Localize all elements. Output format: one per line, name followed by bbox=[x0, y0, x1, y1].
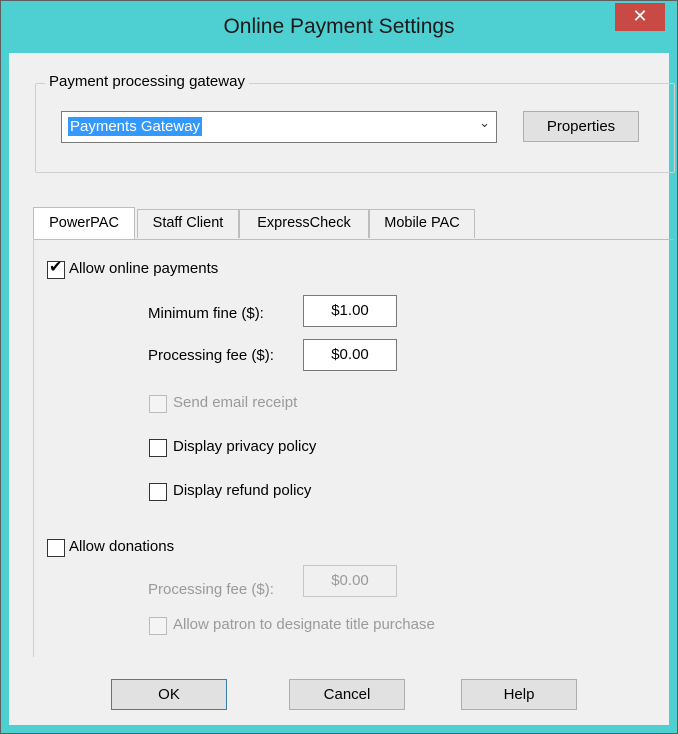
send-email-receipt-checkbox[interactable] bbox=[149, 395, 167, 413]
allow-donations-checkbox[interactable] bbox=[47, 539, 65, 557]
processing-fee-input[interactable]: $0.00 bbox=[303, 339, 397, 371]
cancel-button[interactable]: Cancel bbox=[289, 679, 405, 710]
designate-title-purchase-checkbox[interactable] bbox=[149, 617, 167, 635]
title-bar[interactable]: Online Payment Settings ✕ bbox=[1, 1, 677, 53]
tab-staff-client[interactable]: Staff Client bbox=[137, 209, 239, 238]
allow-online-payments-checkbox[interactable]: ✔ bbox=[47, 259, 65, 279]
help-button[interactable]: Help bbox=[461, 679, 577, 710]
send-email-receipt-label: Send email receipt bbox=[173, 394, 298, 411]
dialog-body: Payment processing gateway Payments Gate… bbox=[9, 53, 675, 725]
display-privacy-policy-checkbox[interactable] bbox=[149, 439, 167, 457]
close-icon: ✕ bbox=[632, 6, 648, 26]
tab-mobile-pac[interactable]: Mobile PAC bbox=[369, 209, 475, 238]
display-refund-policy-label: Display refund policy bbox=[173, 482, 312, 499]
display-refund-policy-checkbox[interactable] bbox=[149, 483, 167, 501]
properties-button[interactable]: Properties bbox=[523, 111, 639, 142]
check-icon: ✔ bbox=[49, 259, 63, 276]
display-privacy-policy-label: Display privacy policy bbox=[173, 438, 317, 455]
donation-processing-fee-input[interactable]: $0.00 bbox=[303, 565, 397, 597]
dialog-window: Online Payment Settings ✕ Payment proces… bbox=[0, 0, 678, 734]
gateway-group-label: Payment processing gateway bbox=[45, 73, 249, 90]
ok-button[interactable]: OK bbox=[111, 679, 227, 710]
gateway-selected-value: Payments Gateway bbox=[68, 117, 203, 136]
minimum-fine-input[interactable]: $1.00 bbox=[303, 295, 397, 327]
allow-donations-label: Allow donations bbox=[69, 538, 175, 555]
tab-expresscheck[interactable]: ExpressCheck bbox=[239, 209, 369, 238]
allow-online-payments-label: Allow online payments bbox=[69, 260, 219, 277]
donation-processing-fee-label: Processing fee ($): bbox=[148, 581, 274, 598]
gateway-select[interactable]: Payments Gateway ⌄ bbox=[61, 111, 497, 143]
minimum-fine-label: Minimum fine ($): bbox=[148, 305, 264, 322]
designate-title-purchase-label: Allow patron to designate title purchase bbox=[173, 616, 435, 633]
processing-fee-label: Processing fee ($): bbox=[148, 347, 274, 364]
tab-divider bbox=[33, 239, 673, 240]
close-button[interactable]: ✕ bbox=[615, 3, 665, 31]
tab-powerpac[interactable]: PowerPAC bbox=[33, 207, 135, 239]
panel-border bbox=[33, 239, 34, 657]
chevron-down-icon[interactable]: ⌄ bbox=[479, 115, 490, 131]
window-title: Online Payment Settings bbox=[223, 15, 455, 38]
